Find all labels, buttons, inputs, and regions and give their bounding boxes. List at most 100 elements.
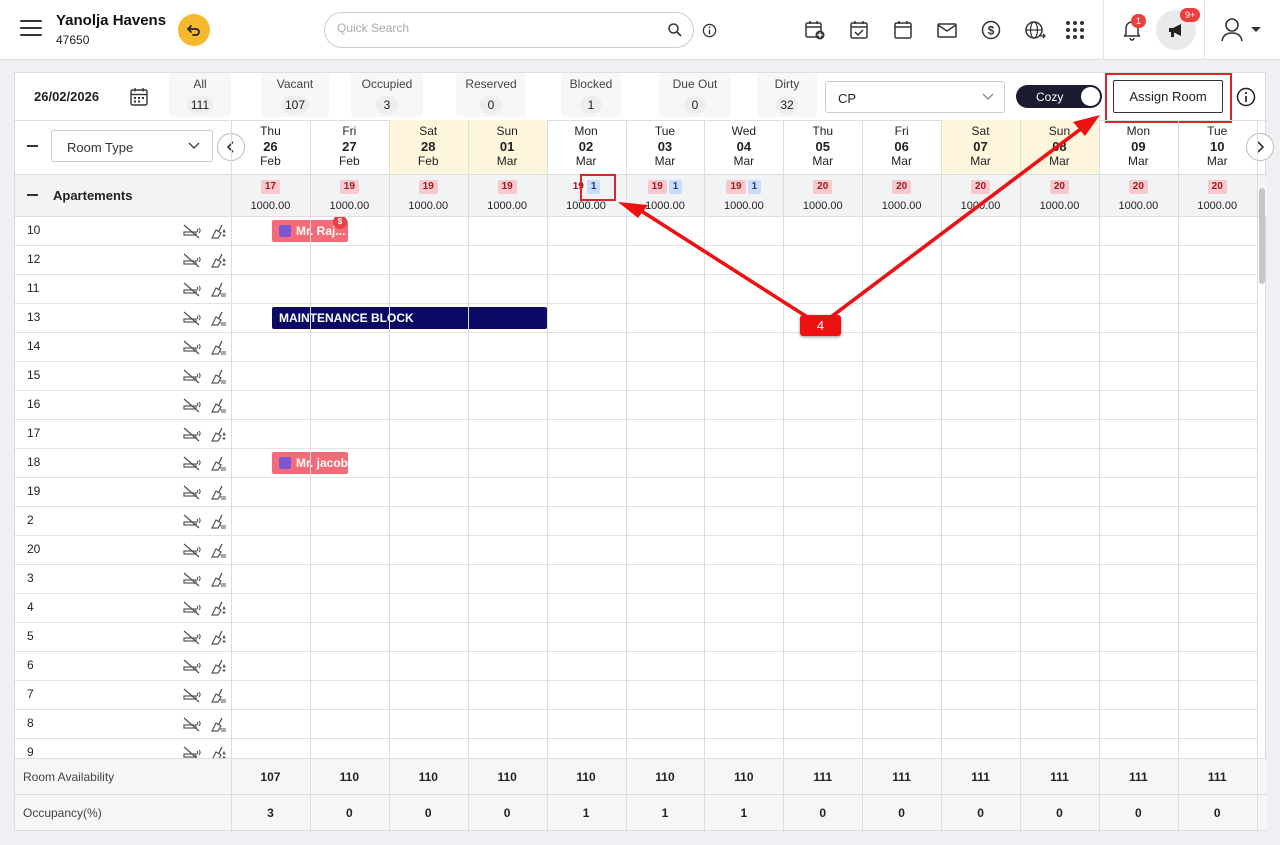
- search-icon[interactable]: [667, 22, 683, 38]
- occupancy-value: 0: [345, 806, 353, 820]
- dirty-broom-icon[interactable]: [209, 571, 227, 587]
- availability-cell[interactable]: 20 1000.00: [941, 180, 1020, 212]
- stat-dirty[interactable]: Dirty 32: [757, 77, 817, 114]
- clean-broom-icon[interactable]: [209, 600, 227, 616]
- day-number: 04: [736, 139, 752, 154]
- quick-search-input[interactable]: [337, 21, 657, 35]
- column-divider: [783, 120, 785, 832]
- room-row[interactable]: 18: [15, 449, 1257, 478]
- stat-occupied[interactable]: Occupied 3: [351, 77, 423, 114]
- stat-blocked[interactable]: Blocked 1: [561, 77, 621, 114]
- rate-plan-select[interactable]: CP: [825, 81, 1005, 113]
- maintenance-block[interactable]: MAINTENANCE BLOCK: [272, 307, 547, 329]
- dirty-broom-icon[interactable]: [209, 542, 227, 558]
- switch-property-button[interactable]: [178, 14, 210, 46]
- toolbar-divider: [1204, 0, 1205, 60]
- date-column-header: Fri 27 Feb: [310, 120, 389, 174]
- dirty-broom-icon[interactable]: [209, 716, 227, 732]
- menu-icon[interactable]: [20, 20, 42, 38]
- room-row[interactable]: 2: [15, 507, 1257, 536]
- room-row[interactable]: 10: [15, 217, 1257, 246]
- room-row[interactable]: 16: [15, 391, 1257, 420]
- availability-cell[interactable]: 20 1000.00: [783, 180, 862, 212]
- collapse-all-icon[interactable]: [27, 145, 38, 147]
- globe-icon[interactable]: [1024, 19, 1046, 41]
- availability-cell[interactable]: 19 1000.00: [468, 180, 547, 212]
- room-row[interactable]: 20: [15, 536, 1257, 565]
- room-row[interactable]: 3: [15, 565, 1257, 594]
- room-row[interactable]: 9: [15, 739, 1257, 758]
- dirty-broom-icon[interactable]: [209, 484, 227, 500]
- dirty-broom-icon[interactable]: [209, 281, 227, 297]
- next-dates-button[interactable]: [1246, 133, 1274, 161]
- availability-cell[interactable]: 19 1000.00: [389, 180, 468, 212]
- dirty-broom-icon[interactable]: [209, 310, 227, 326]
- user-account-icon[interactable]: [1220, 17, 1266, 43]
- clean-broom-icon[interactable]: [209, 629, 227, 645]
- room-row[interactable]: 8: [15, 710, 1257, 739]
- availability-cell[interactable]: 20 1000.00: [1178, 180, 1257, 212]
- dirty-broom-icon[interactable]: [209, 513, 227, 529]
- blocked-count-pill[interactable]: 1: [747, 180, 762, 194]
- stat-all[interactable]: All 111: [169, 77, 231, 114]
- clean-broom-icon[interactable]: [209, 745, 227, 758]
- scrollbar[interactable]: [1257, 184, 1267, 758]
- info-icon[interactable]: [1236, 87, 1256, 107]
- room-number: 13: [27, 310, 41, 324]
- stat-count: 3: [376, 96, 398, 114]
- availability-cell[interactable]: 20 1000.00: [1020, 180, 1099, 212]
- dirty-broom-icon[interactable]: [209, 687, 227, 703]
- blocked-count-pill[interactable]: 1: [668, 180, 683, 194]
- room-row[interactable]: 11: [15, 275, 1257, 304]
- no-smoking-icon: [183, 369, 201, 384]
- scrollbar-thumb[interactable]: [1259, 188, 1265, 284]
- availability-cell[interactable]: 19 1000.00: [310, 180, 389, 212]
- stat-count: 0: [480, 96, 502, 114]
- occupancy-value: 0: [1134, 806, 1142, 820]
- dollar-icon[interactable]: $: [980, 19, 1002, 41]
- room-row[interactable]: 12: [15, 246, 1257, 275]
- room-row[interactable]: 14: [15, 333, 1257, 362]
- availability-cell[interactable]: 20 1000.00: [1099, 180, 1178, 212]
- calendar-check-icon[interactable]: [848, 19, 870, 41]
- room-row[interactable]: 5: [15, 623, 1257, 652]
- clean-broom-icon[interactable]: [209, 252, 227, 268]
- clean-broom-icon[interactable]: [209, 658, 227, 674]
- available-count-pill: 20: [1207, 180, 1227, 194]
- announcement-count-badge: 9+: [1180, 8, 1201, 22]
- room-row[interactable]: 6: [15, 652, 1257, 681]
- room-row[interactable]: 17: [15, 420, 1257, 449]
- dirty-broom-icon[interactable]: [209, 368, 227, 384]
- availability-cell[interactable]: 19 1 1000.00: [626, 180, 705, 212]
- room-type-select[interactable]: Room Type: [51, 130, 213, 162]
- search-info-icon[interactable]: [702, 23, 717, 38]
- clean-broom-icon[interactable]: [209, 223, 227, 239]
- no-smoking-icon: [183, 485, 201, 500]
- room-row[interactable]: 15: [15, 362, 1257, 391]
- availability-cell[interactable]: 20 1000.00: [862, 180, 941, 212]
- dirty-broom-icon[interactable]: [209, 339, 227, 355]
- stat-vacant[interactable]: Vacant 107: [261, 77, 329, 114]
- dirty-broom-icon[interactable]: [209, 397, 227, 413]
- room-number: 19: [27, 484, 41, 498]
- calendar-picker-icon[interactable]: [129, 87, 149, 107]
- calendar-icon[interactable]: [892, 19, 914, 41]
- mail-icon[interactable]: [936, 19, 958, 41]
- stat-reserved[interactable]: Reserved 0: [456, 77, 526, 114]
- cozy-view-toggle[interactable]: Cozy: [1016, 85, 1102, 108]
- occupancy-value: 1: [582, 806, 590, 820]
- availability-cell[interactable]: 19 1 1000.00: [704, 180, 783, 212]
- availability-cell[interactable]: 17 1000.00: [231, 180, 310, 212]
- stat-due-out[interactable]: Due Out 0: [659, 77, 731, 114]
- apps-grid-icon[interactable]: [1064, 19, 1086, 41]
- clean-broom-icon[interactable]: [209, 426, 227, 442]
- assign-room-button[interactable]: Assign Room: [1113, 80, 1223, 113]
- room-row[interactable]: 19: [15, 478, 1257, 507]
- collapse-section-icon[interactable]: [27, 194, 38, 196]
- room-row[interactable]: 13: [15, 304, 1257, 333]
- room-row[interactable]: 4: [15, 594, 1257, 623]
- stat-label: All: [193, 77, 207, 91]
- new-reservation-icon[interactable]: [804, 19, 826, 41]
- room-row[interactable]: 7: [15, 681, 1257, 710]
- dirty-broom-icon[interactable]: [209, 455, 227, 471]
